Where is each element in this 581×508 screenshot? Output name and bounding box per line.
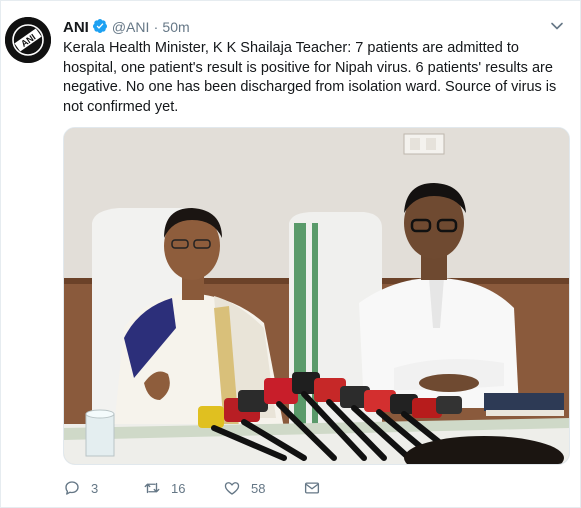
like-count: 58 bbox=[251, 480, 266, 496]
retweet-icon bbox=[144, 482, 160, 494]
tweet-text: Kerala Health Minister, K K Shailaja Tea… bbox=[63, 40, 557, 115]
reply-icon bbox=[65, 481, 79, 495]
heart-icon bbox=[224, 482, 240, 495]
tweet-header: ANI @ANI · 50m bbox=[63, 18, 190, 37]
retweet-count: 16 bbox=[171, 480, 186, 496]
like-button[interactable]: 58 bbox=[223, 477, 265, 499]
avatar[interactable]: ANI bbox=[5, 17, 51, 63]
separator-dot: · bbox=[153, 19, 159, 35]
tweet-photo[interactable] bbox=[63, 127, 570, 465]
tweet-timestamp[interactable]: 50m bbox=[162, 19, 189, 35]
tweet-card[interactable]: ANI ANI @ANI · 50m Kerala Health Minister… bbox=[0, 0, 581, 508]
direct-message-button[interactable] bbox=[303, 477, 331, 499]
envelope-icon bbox=[304, 482, 320, 494]
reply-count: 3 bbox=[91, 480, 99, 496]
verified-badge-icon bbox=[92, 19, 107, 33]
press-conference-photo bbox=[64, 128, 569, 464]
chevron-down-icon[interactable] bbox=[550, 19, 564, 33]
ani-logo-icon: ANI bbox=[5, 17, 51, 63]
retweet-button[interactable]: 16 bbox=[143, 477, 185, 499]
author-handle[interactable]: @ANI bbox=[112, 19, 150, 35]
author-name[interactable]: ANI bbox=[63, 19, 89, 36]
reply-button[interactable]: 3 bbox=[63, 477, 98, 499]
